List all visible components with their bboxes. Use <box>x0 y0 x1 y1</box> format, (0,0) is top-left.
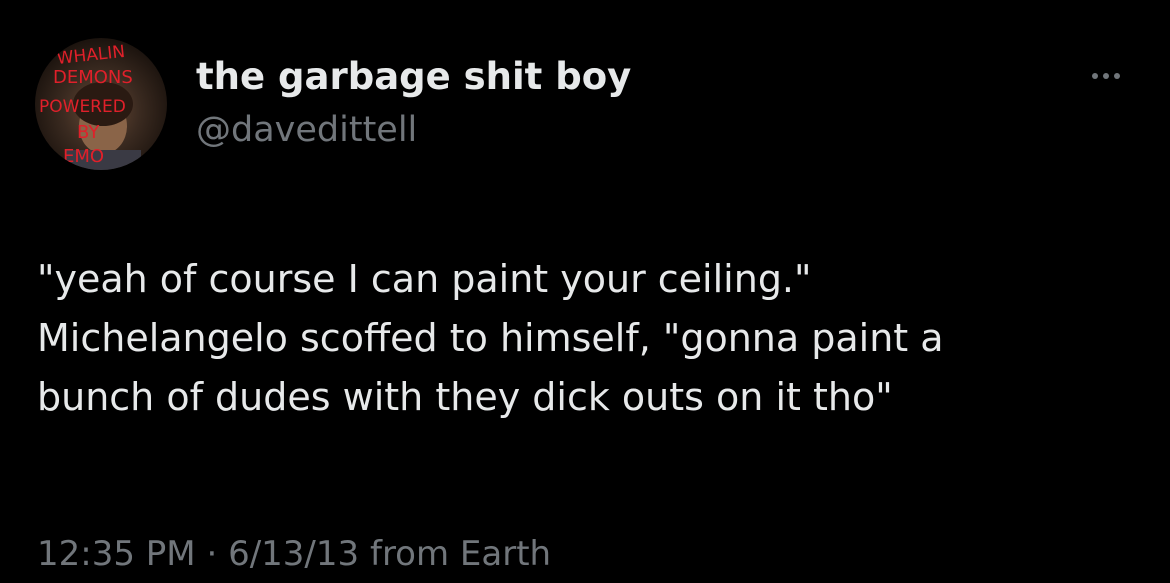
tweet-meta: 12:35 PM · 6/13/13 from Earth <box>37 530 551 578</box>
avatar-scrawl-4: BY <box>77 122 100 143</box>
display-name[interactable]: the garbage shit boy <box>196 52 631 102</box>
tweet-text-line: "yeah of course I can paint your ceiling… <box>37 257 812 301</box>
user-handle[interactable]: @davedittell <box>196 106 417 154</box>
avatar[interactable]: WHALIN DEMONS POWERED BY EMO <box>35 38 167 170</box>
avatar-scrawl-3: POWERED <box>39 97 126 117</box>
avatar-scrawl-1: WHALIN <box>56 42 126 69</box>
tweet-text: "yeah of course I can paint your ceiling… <box>37 250 1147 427</box>
more-options-button[interactable] <box>1080 58 1132 94</box>
avatar-scrawl-2: DEMONS <box>53 67 133 88</box>
meta-separator: · <box>206 534 218 574</box>
tweet-source: from Earth <box>369 534 552 574</box>
more-horizontal-icon <box>1092 73 1098 79</box>
tweet-date[interactable]: 6/13/13 <box>228 534 359 574</box>
avatar-image: WHALIN DEMONS POWERED BY EMO <box>39 42 141 170</box>
more-horizontal-icon-dot <box>1114 73 1120 79</box>
tweet-text-line: Michelangelo scoffed to himself, "gonna … <box>37 316 944 360</box>
tweet-time[interactable]: 12:35 PM <box>37 534 196 574</box>
tweet-card: WHALIN DEMONS POWERED BY EMO the garbage… <box>0 0 1170 583</box>
tweet-text-line: bunch of dudes with they dick outs on it… <box>37 375 893 419</box>
avatar-scrawl-5: EMO <box>63 146 104 167</box>
more-horizontal-icon-dot <box>1103 73 1109 79</box>
